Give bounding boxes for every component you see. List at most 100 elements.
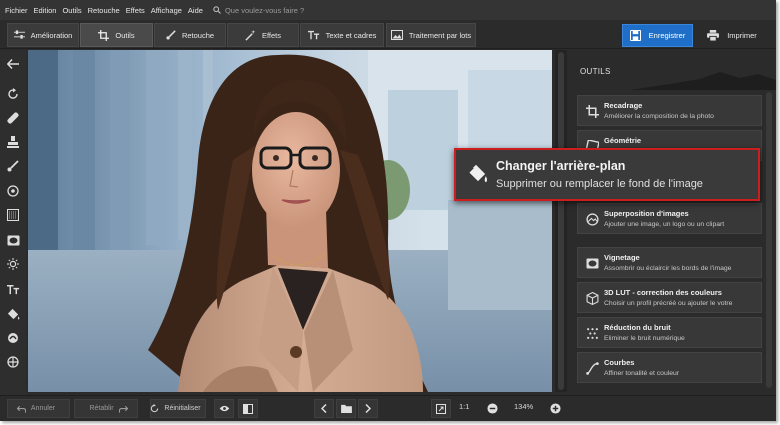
tool-more[interactable] [5, 354, 21, 370]
crosshair-icon [7, 356, 19, 368]
brush-icon [7, 160, 19, 172]
menu-outils[interactable]: Outils [62, 6, 81, 15]
menu-bar: Fichier Edition Outils Retouche Effets A… [0, 0, 776, 20]
zoom-in-icon[interactable] [550, 403, 561, 414]
portrait-photo [28, 50, 552, 392]
lut-cube-icon [586, 292, 599, 305]
preview-button[interactable] [214, 399, 234, 418]
chevron-right-icon [365, 404, 371, 413]
search-placeholder: Que voulez-vous faire ? [224, 5, 305, 15]
menu-edition[interactable]: Edition [34, 6, 57, 15]
menu-search[interactable]: Que voulez-vous faire ? [213, 6, 304, 15]
floppy-icon [629, 30, 641, 41]
curves-icon [586, 362, 599, 375]
zoom-out-icon[interactable] [487, 403, 498, 414]
tool-stamp[interactable] [5, 134, 21, 150]
tool-healing[interactable] [5, 110, 21, 126]
folder-icon [340, 404, 352, 413]
tab-label: Texte et cadres [325, 30, 377, 40]
card-title: Superposition d'images [604, 209, 689, 218]
brush-icon [166, 30, 176, 40]
crop-icon [98, 29, 110, 41]
menu-effets[interactable]: Effets [126, 6, 145, 15]
ratio-label[interactable]: 1:1 [459, 402, 469, 411]
undo-icon [16, 405, 26, 413]
gradient-icon [7, 209, 19, 221]
batch-image-icon [390, 30, 403, 40]
tab-traitement-lots[interactable]: Traitement par lots [386, 23, 476, 47]
compare-button[interactable] [238, 399, 258, 418]
app-window: Fichier Edition Outils Retouche Effets A… [0, 0, 776, 421]
menu-aide[interactable]: Aide [188, 6, 203, 15]
tool-light[interactable] [5, 256, 21, 272]
print-label: Imprimer [727, 31, 757, 40]
menu-affichage[interactable]: Affichage [151, 6, 182, 15]
reset-icon [151, 404, 159, 413]
photo-canvas[interactable] [28, 50, 552, 392]
redo-label: Rétablir [89, 405, 114, 412]
tool-liquify[interactable] [5, 330, 21, 346]
reset-label: Réinitialiser [164, 405, 201, 412]
card-vignetage[interactable]: Vignetage Assombrir ou éclaircir les bor… [577, 247, 762, 278]
tab-texte-cadres[interactable]: Texte et cadres [300, 23, 384, 47]
paint-bucket-icon [469, 164, 488, 183]
back-button[interactable] [5, 56, 21, 72]
next-image-button[interactable] [358, 399, 378, 418]
panel-title: OUTILS [580, 67, 611, 76]
tool-radial[interactable] [5, 183, 21, 199]
tab-effets[interactable]: Effets [227, 23, 299, 47]
panel-scrollbar[interactable] [766, 92, 772, 388]
prev-image-button[interactable] [314, 399, 334, 418]
left-toolbar [0, 50, 26, 395]
tool-brush[interactable] [5, 158, 21, 174]
card-reduction-bruit[interactable]: Réduction du bruit Eliminer le bruit num… [577, 317, 762, 348]
canvas-scrollbar[interactable] [555, 50, 567, 392]
overlay-icon [586, 213, 599, 226]
tab-amelioration[interactable]: Amélioration [7, 23, 79, 47]
change-background-callout[interactable]: Changer l'arrière-plan Supprimer ou remp… [454, 148, 760, 201]
tool-vignette[interactable] [5, 232, 21, 248]
card-recadrage[interactable]: Recadrage Améliorer la composition de la… [577, 95, 762, 126]
tab-label: Outils [115, 30, 135, 40]
tool-rotate[interactable] [5, 86, 21, 102]
tab-label: Effets [261, 30, 282, 40]
open-folder-button[interactable] [336, 399, 356, 418]
undo-button[interactable]: Annuler [7, 399, 70, 418]
arrow-left-icon [7, 59, 19, 69]
redo-button[interactable]: Rétablir [74, 399, 138, 418]
bandage-icon [7, 112, 19, 124]
tab-outils[interactable]: Outils [80, 23, 153, 47]
card-title: Courbes [604, 358, 635, 367]
crop-icon [586, 105, 599, 118]
fit-screen-button[interactable] [431, 399, 451, 418]
card-subtitle: Améliorer la composition de la photo [604, 113, 714, 120]
card-title: 3D LUT - correction des couleurs [604, 288, 722, 297]
card-courbes[interactable]: Courbes Affiner tonalité et couleur [577, 352, 762, 383]
menu-fichier[interactable]: Fichier [5, 6, 28, 15]
card-title: Vignetage [604, 253, 640, 262]
callout-title: Changer l'arrière-plan [496, 159, 626, 173]
text-icon [6, 284, 19, 294]
tool-text[interactable] [5, 281, 21, 297]
tool-gradient[interactable] [5, 207, 21, 223]
compare-icon [243, 403, 253, 414]
tab-label: Amélioration [30, 30, 73, 40]
printer-icon [707, 30, 720, 41]
tool-change-background[interactable] [5, 306, 21, 322]
callout-subtitle: Supprimer ou remplacer le fond de l'imag… [496, 178, 703, 190]
tab-label: Traitement par lots [408, 30, 472, 40]
vignette-icon [7, 235, 19, 245]
menu-retouche[interactable]: Retouche [88, 6, 120, 15]
magic-wand-icon [245, 29, 256, 41]
card-3d-lut[interactable]: 3D LUT - correction des couleurs Choisir… [577, 282, 762, 313]
reset-button[interactable]: Réinitialiser [150, 399, 206, 418]
print-button[interactable]: Imprimer [698, 24, 766, 47]
scrollbar-thumb[interactable] [558, 52, 564, 390]
save-button[interactable]: Enregistrer [622, 24, 693, 47]
card-subtitle: Affiner tonalité et couleur [604, 370, 680, 377]
zoom-level: 134% [514, 402, 534, 411]
tab-retouche[interactable]: Retouche [154, 23, 226, 47]
text-icon [307, 30, 319, 40]
liquify-icon [8, 333, 18, 343]
card-superposition[interactable]: Superposition d'images Ajouter une image… [577, 203, 762, 234]
